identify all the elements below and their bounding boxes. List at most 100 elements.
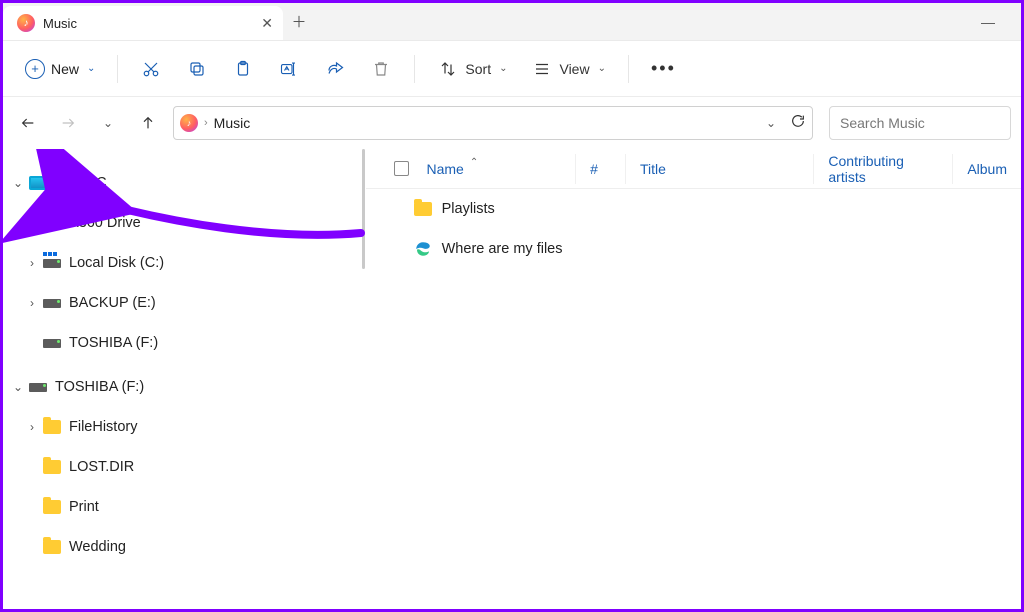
sidebar-item-label: LOST.DIR [69,459,134,475]
select-all-checkbox[interactable] [394,161,409,176]
expander-icon[interactable]: ⌄ [9,176,27,190]
scissors-icon [140,58,162,80]
expander-icon[interactable]: › [23,256,41,270]
separator [117,55,118,83]
tab-bar: Music ✕ ＋ — [3,3,1021,41]
folder-icon [41,537,63,557]
folder-icon [41,457,63,477]
content-pane: Name ⌃ # Title Contributing artists Albu… [366,149,1021,609]
expander-icon[interactable]: › [23,216,41,230]
sidebar-item-toshiba-f-[interactable]: TOSHIBA (F:) [3,323,361,363]
disk-icon [27,377,49,397]
folder-icon [41,417,63,437]
music-icon [17,14,35,32]
more-icon: ••• [651,58,676,79]
folder-icon [414,202,432,216]
navigation-row: ⌄ › Music ⌄ Search Music [3,97,1021,149]
column-title[interactable]: Title [625,154,813,184]
disk-icon [41,333,63,353]
tab-music[interactable]: Music ✕ [3,6,283,40]
expander-icon[interactable]: › [23,420,41,434]
sidebar-item-label: FileHistory [69,419,137,435]
column-headers: Name ⌃ # Title Contributing artists Albu… [366,149,1021,189]
new-tab-button[interactable]: ＋ [283,6,315,38]
forward-button[interactable] [53,108,83,138]
sidebar-item-wedding[interactable]: Wedding [3,527,361,567]
expander-icon[interactable]: ⌄ [9,380,27,394]
toolbar: + New ⌄ Sort ⌄ [3,41,1021,97]
rename-button[interactable] [268,51,310,87]
separator [628,55,629,83]
file-row-where-are-my-files[interactable]: Where are my files [366,229,1021,269]
chevron-down-icon: ⌄ [598,63,606,74]
recent-button[interactable]: ⌄ [93,108,123,138]
sort-icon [437,58,459,80]
sidebar-item-label: Local Disk (C:) [69,255,164,271]
chevron-down-icon: ⌄ [87,63,95,74]
address-chevron-icon[interactable]: ⌄ [766,116,776,130]
breadcrumb-music[interactable]: Music [214,115,251,131]
sidebar-item-filehistory[interactable]: › FileHistory [3,407,361,447]
sidebar-item-backup-e-[interactable]: › BACKUP (E:) [3,283,361,323]
view-button[interactable]: View ⌄ [521,51,615,87]
cloud-icon [41,213,63,233]
edge-icon [414,240,432,258]
sidebar-item-print[interactable]: Print [3,487,361,527]
address-bar[interactable]: › Music ⌄ [173,106,813,140]
search-placeholder: Search Music [840,115,925,131]
new-label: New [51,61,79,77]
sidebar-tree: ⌄This PC › A360 Drive › Local Disk (C:) › BACK… [3,149,361,609]
clipboard-icon [232,58,254,80]
cut-button[interactable] [130,51,172,87]
expander-icon[interactable]: › [23,296,41,310]
folder-icon [41,497,63,517]
monitor-icon [27,173,49,193]
music-icon [180,114,198,132]
refresh-button[interactable] [790,113,806,134]
column-album[interactable]: Album [952,154,1021,184]
separator [414,55,415,83]
disk-icon [41,253,63,273]
file-name: Playlists [442,201,495,217]
column-artists[interactable]: Contributing artists [813,154,952,184]
plus-circle-icon: + [25,59,45,79]
tab-title: Music [43,16,77,31]
sort-asc-icon: ⌃ [470,157,478,168]
paste-button[interactable] [222,51,264,87]
search-input[interactable]: Search Music [829,106,1011,140]
sidebar-item-lost-dir[interactable]: LOST.DIR [3,447,361,487]
splitter[interactable] [361,149,366,609]
sidebar-item-local-disk-c-[interactable]: › Local Disk (C:) [3,243,361,283]
chevron-down-icon: ⌄ [499,63,507,74]
file-name: Where are my files [442,241,563,257]
file-row-playlists[interactable]: Playlists [366,189,1021,229]
share-button[interactable] [314,51,356,87]
up-button[interactable] [133,108,163,138]
back-button[interactable] [13,108,43,138]
copy-icon [186,58,208,80]
delete-button[interactable] [360,51,402,87]
sidebar-item-this-pc[interactable]: ⌄This PC [3,163,361,203]
copy-button[interactable] [176,51,218,87]
sidebar-item-label: A360 Drive [69,215,141,231]
share-icon [324,58,346,80]
new-button[interactable]: + New ⌄ [15,51,105,87]
sort-button[interactable]: Sort ⌄ [427,51,517,87]
sidebar-item-label: BACKUP (E:) [69,295,156,311]
sort-label: Sort [465,61,491,77]
disk-icon [41,293,63,313]
column-name[interactable]: Name ⌃ [427,154,576,184]
sidebar-item-a360-drive[interactable]: › A360 Drive [3,203,361,243]
chevron-right-icon: › [204,117,208,129]
column-track[interactable]: # [575,154,625,184]
sidebar-item-label: Print [69,499,99,515]
close-tab-icon[interactable]: ✕ [261,15,273,32]
view-label: View [559,61,589,77]
sidebar-item-label: Wedding [69,539,126,555]
window-controls: — [965,3,1011,41]
sidebar-item-label: TOSHIBA (F:) [55,379,144,395]
more-button[interactable]: ••• [641,51,686,87]
sidebar-item-toshiba-f-[interactable]: ⌄ TOSHIBA (F:) [3,367,361,407]
minimize-button[interactable]: — [965,14,1011,30]
view-icon [531,58,553,80]
